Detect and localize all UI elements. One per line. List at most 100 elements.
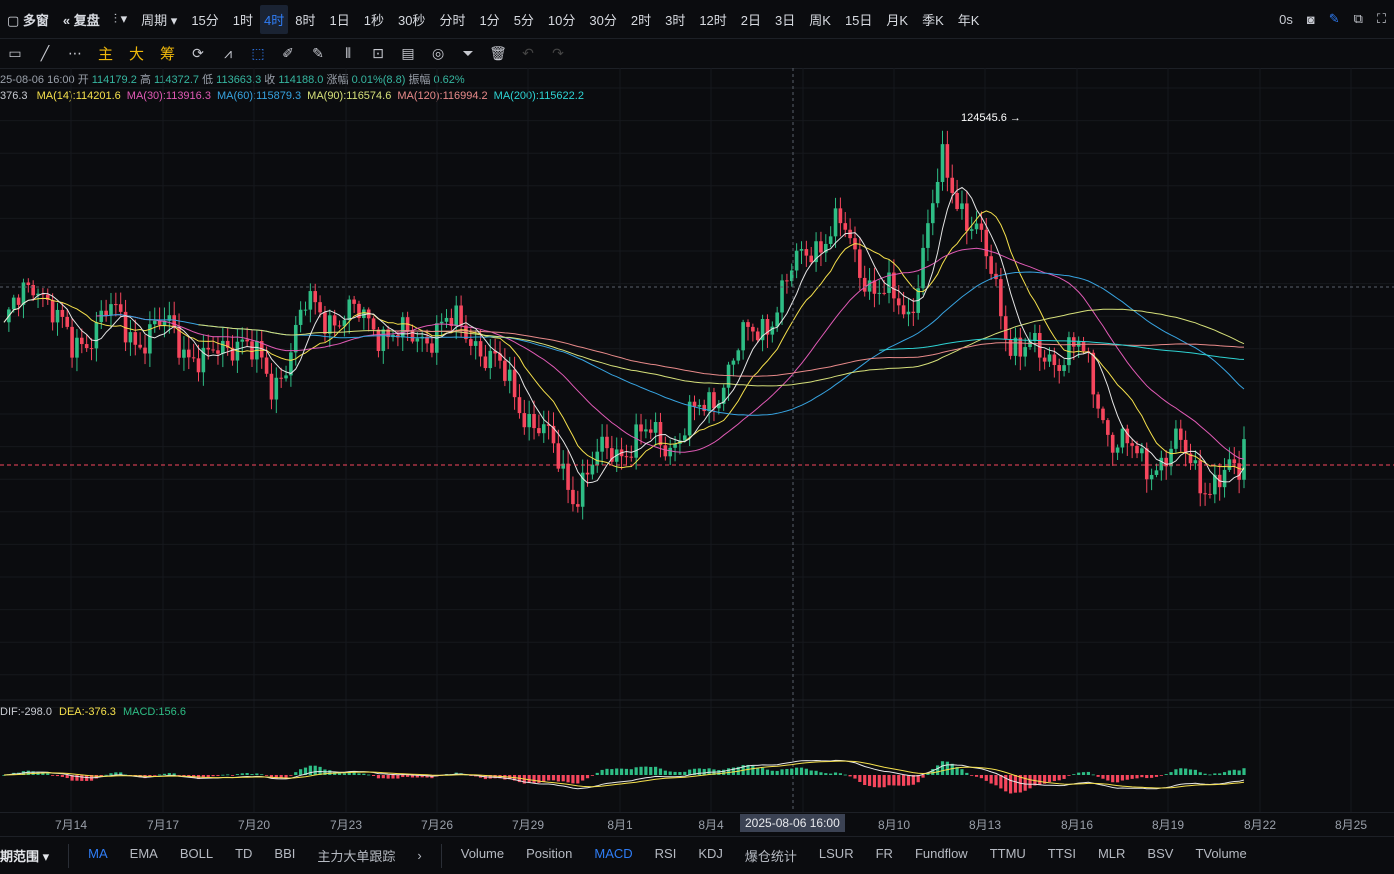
interval-15[interactable]: 2日 xyxy=(734,10,768,29)
mode-2[interactable]: 筹 xyxy=(152,43,183,64)
macd-bar xyxy=(1242,768,1246,775)
alert-icon[interactable]: ⟳ xyxy=(183,38,213,68)
interval-13[interactable]: 3时 xyxy=(658,10,692,29)
interval-18[interactable]: 15日 xyxy=(838,10,879,29)
main-indicator-2[interactable]: BOLL xyxy=(169,846,224,865)
ma-line-14 xyxy=(3,210,1245,470)
interval-3[interactable]: 8时 xyxy=(288,10,322,29)
sub-indicator-2[interactable]: MACD xyxy=(583,846,643,865)
replay-button[interactable]: « 复盘 xyxy=(56,10,107,29)
interval-12[interactable]: 2时 xyxy=(624,10,658,29)
interval-14[interactable]: 12时 xyxy=(692,10,733,29)
interval-1[interactable]: 1时 xyxy=(226,10,260,29)
more-icon[interactable]: ⋯ xyxy=(60,38,90,68)
main-indicator-4[interactable]: BBI xyxy=(263,846,306,865)
interval-21[interactable]: 年K xyxy=(951,10,987,29)
sub-indicator-3[interactable]: RSI xyxy=(644,846,688,865)
candle-body xyxy=(109,304,113,316)
period-dropdown[interactable]: 周期 ▾ xyxy=(134,10,184,29)
range-dropdown[interactable]: 期范围 ▾ xyxy=(0,846,60,865)
mode-0[interactable]: 主 xyxy=(90,43,121,64)
line-icon[interactable]: ╱ xyxy=(30,38,60,68)
macd-bar xyxy=(999,775,1003,789)
interval-20[interactable]: 季K xyxy=(915,10,951,29)
candle-body xyxy=(1023,347,1027,357)
interval-6[interactable]: 30秒 xyxy=(391,10,432,29)
main-indicator-5[interactable]: 主力大单跟踪 xyxy=(306,846,406,865)
interval-2[interactable]: 4时 xyxy=(260,4,289,34)
select-icon[interactable]: ⬚ xyxy=(243,38,273,68)
candle-body xyxy=(221,340,225,354)
sub-indicator-6[interactable]: LSUR xyxy=(808,846,865,865)
candle-body xyxy=(877,292,882,294)
multi-window-button[interactable]: ▢ 多窗 xyxy=(0,10,56,29)
macd-bar xyxy=(1130,775,1134,779)
macd-bar xyxy=(950,763,954,775)
sub-indicator-12[interactable]: BSV xyxy=(1136,846,1184,865)
macd-bar xyxy=(1086,771,1090,775)
magnet-icon[interactable]: ◎ xyxy=(423,38,453,68)
chart-type-icon[interactable]: ⫶ ▾ xyxy=(107,11,134,27)
sub-indicator-5[interactable]: 爆仓统计 xyxy=(734,846,808,865)
brush-icon[interactable]: ✎ xyxy=(303,38,333,68)
candle-body xyxy=(1057,365,1062,371)
sub-indicator-13[interactable]: TVolume xyxy=(1184,846,1257,865)
undo-icon[interactable]: ↶ xyxy=(513,38,543,68)
candle-body xyxy=(89,348,94,350)
interval-11[interactable]: 30分 xyxy=(582,10,623,29)
sub-indicator-8[interactable]: Fundflow xyxy=(904,846,979,865)
macd-bar xyxy=(629,769,633,775)
interval-0[interactable]: 15分 xyxy=(184,10,225,29)
sub-indicator-1[interactable]: Position xyxy=(515,846,583,865)
main-indicator-1[interactable]: EMA xyxy=(119,846,169,865)
trash-icon[interactable]: 🗑 xyxy=(483,38,513,68)
candle-body xyxy=(1047,354,1052,362)
indicator-icon[interactable]: ⩘ xyxy=(213,38,243,68)
bars-icon[interactable]: ⦀ xyxy=(333,38,363,68)
redo-icon[interactable]: ↷ xyxy=(543,38,573,68)
mode-list: 主大筹 xyxy=(90,43,183,64)
interval-16[interactable]: 3日 xyxy=(768,10,802,29)
interval-8[interactable]: 1分 xyxy=(472,10,506,29)
main-indicator-3[interactable]: TD xyxy=(224,846,263,865)
sub-indicator-0[interactable]: Volume xyxy=(450,846,515,865)
macd-bar xyxy=(376,775,381,779)
candle-body xyxy=(1144,448,1149,480)
interval-4[interactable]: 1日 xyxy=(323,10,357,29)
macd-bar xyxy=(775,770,779,775)
main-indicator-0[interactable]: MA xyxy=(77,846,119,865)
ruler-icon[interactable]: ✐ xyxy=(273,38,303,68)
chevron-right-icon[interactable]: › xyxy=(406,848,432,863)
interval-9[interactable]: 5分 xyxy=(507,10,541,29)
macd-bar xyxy=(1081,772,1086,775)
interval-7[interactable]: 分时 xyxy=(432,10,472,29)
candle-body xyxy=(65,316,70,327)
rectangle-icon[interactable]: ▭ xyxy=(0,38,30,68)
interval-19[interactable]: 月K xyxy=(879,10,915,29)
macd-bar xyxy=(940,761,945,775)
sub-indicator-7[interactable]: FR xyxy=(865,846,904,865)
macd-bar xyxy=(1164,774,1168,775)
interval-10[interactable]: 10分 xyxy=(541,10,582,29)
candle-body xyxy=(1096,394,1100,409)
macd-bar xyxy=(809,770,813,775)
lock-icon[interactable]: ⊡ xyxy=(363,38,393,68)
sub-indicator-9[interactable]: TTMU xyxy=(979,846,1037,865)
popout-icon[interactable]: ⧉ xyxy=(1354,11,1363,27)
fullscreen-icon[interactable]: ⛶ xyxy=(1377,11,1386,27)
camera-icon[interactable]: ◙ xyxy=(1307,12,1315,27)
sub-indicator-10[interactable]: TTSI xyxy=(1037,846,1087,865)
date-tick: 8月16 xyxy=(1060,818,1094,832)
interval-17[interactable]: 周K xyxy=(802,10,838,29)
sub-indicator-4[interactable]: KDJ xyxy=(687,846,734,865)
interval-5[interactable]: 1秒 xyxy=(357,10,391,29)
template-icon[interactable]: ▤ xyxy=(393,38,423,68)
mode-1[interactable]: 大 xyxy=(121,43,152,64)
price-chart[interactable]: 124545.6 → xyxy=(0,68,1394,812)
filter-icon[interactable]: ⏷ xyxy=(453,38,483,68)
candle-body xyxy=(663,445,668,457)
sub-indicator-11[interactable]: MLR xyxy=(1087,846,1136,865)
candle-body xyxy=(867,280,872,292)
pen-icon[interactable]: ✎ xyxy=(1329,11,1340,27)
candle-body xyxy=(133,332,138,345)
